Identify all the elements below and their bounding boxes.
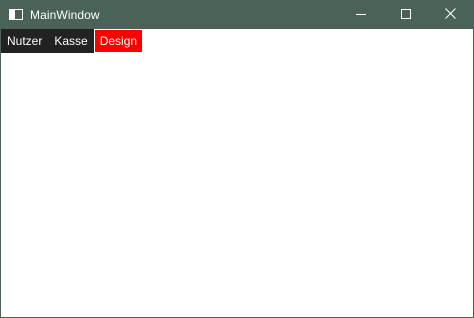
caption-buttons [338,0,473,29]
window-title: MainWindow [30,7,100,22]
menu-bar: Nutzer Kasse Design [1,29,144,53]
window-app-icon [9,9,23,20]
menu-item-nutzer[interactable]: Nutzer [1,29,49,53]
maximize-button[interactable] [383,0,428,29]
content-area [1,53,473,317]
title-bar[interactable]: MainWindow [1,0,473,29]
close-icon [445,6,456,24]
main-window: MainWindow Nutzer Kasse Design [0,0,474,318]
close-button[interactable] [428,0,473,29]
minimize-button[interactable] [338,0,383,29]
minimize-icon [355,6,366,24]
menu-item-kasse[interactable]: Kasse [48,29,94,53]
maximize-icon [400,6,411,24]
menu-item-design[interactable]: Design [93,29,144,53]
